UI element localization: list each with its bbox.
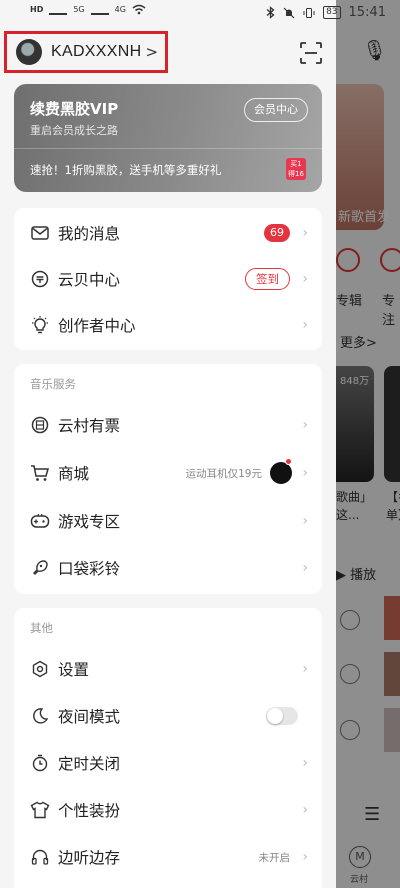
menu-item-yunbei[interactable]: 云贝中心 签到 › <box>14 256 322 302</box>
music-services-section: 音乐服务 云村有票 › 商城 运动耳机仅19元 › 游戏专区 › 口袋彩铃 › <box>14 364 322 594</box>
chevron-right-icon: › <box>302 802 308 818</box>
menu-item-label: 口袋彩铃 <box>58 560 121 578</box>
notification-dot <box>285 458 292 465</box>
cart-icon <box>30 463 50 483</box>
menu-item-mall[interactable]: 商城 运动耳机仅19元 › <box>14 450 322 496</box>
chevron-right-icon: › <box>302 755 308 771</box>
signal-label: 4G <box>114 5 126 14</box>
promo-badge: 买1 得16 <box>286 158 306 180</box>
side-drawer: KADXXXNH > 续费黑胶VIP 重启会员成长之路 会员中心 速抢！1折购黑… <box>0 0 336 888</box>
username: KADXXXNH <box>51 43 142 60</box>
menu-item-label: 边听边存 <box>58 849 121 867</box>
scan-icon[interactable] <box>300 42 322 64</box>
signal-label: 5G <box>73 5 85 14</box>
menu-item-label: 创作者中心 <box>58 317 136 335</box>
chevron-right-icon: › <box>302 513 308 529</box>
vibrate-icon <box>303 7 315 19</box>
menu-item-label: 我的消息 <box>58 225 121 243</box>
other-section: 其他 设置 › 夜间模式 定时关闭 › 个性装扮 › 边听边存 未开启 › <box>14 608 322 888</box>
menu-item-label: 个性装扮 <box>58 802 121 820</box>
battery-icon: 83 <box>323 6 341 19</box>
menu-item-label: 商城 <box>58 465 90 483</box>
shirt-icon <box>30 800 50 820</box>
ringtone-icon <box>30 558 50 578</box>
chevron-right-icon: › <box>302 417 308 433</box>
clock: 15:41 <box>348 5 386 20</box>
chevron-right-icon: › <box>302 465 308 481</box>
menu-item-label: 云村有票 <box>58 417 121 435</box>
status-text: 未开启 <box>258 851 291 864</box>
timer-icon <box>30 753 50 773</box>
drawer-header: KADXXXNH > <box>0 28 336 78</box>
mail-icon <box>30 223 50 243</box>
signal-icon <box>90 5 109 15</box>
chevron-right-icon: › <box>302 849 308 865</box>
chevron-right-icon: › <box>302 560 308 576</box>
settings-icon <box>30 659 50 679</box>
yunbei-icon <box>30 269 50 289</box>
menu-item-label: 定时关闭 <box>58 755 121 773</box>
menu-item-cache-while-listening[interactable]: 边听边存 未开启 › <box>14 834 322 880</box>
menu-item-sleep-timer[interactable]: 定时关闭 › <box>14 740 322 786</box>
chevron-right-icon: › <box>302 661 308 677</box>
menu-item-label: 游戏专区 <box>58 513 121 531</box>
menu-item-messages[interactable]: 我的消息 69 › <box>14 210 322 256</box>
member-center-button[interactable]: 会员中心 <box>244 98 308 122</box>
toggle-knob <box>267 708 283 724</box>
menu-item-label: 设置 <box>58 661 90 679</box>
menu-item-creator[interactable]: 创作者中心 › <box>14 302 322 348</box>
menu-item-label: 夜间模式 <box>58 708 121 726</box>
menu-item-games[interactable]: 游戏专区 › <box>14 498 322 544</box>
moon-icon <box>30 706 50 726</box>
promo-badge-line: 买1 <box>290 160 302 168</box>
ticket-icon <box>30 415 50 435</box>
wifi-icon <box>132 4 146 15</box>
signin-button[interactable]: 签到 <box>245 268 290 290</box>
vip-promo-text[interactable]: 速抢！1折购黑胶，送手机等多重好礼 <box>30 162 221 178</box>
section-title: 其他 <box>30 621 53 635</box>
menu-item-theme[interactable]: 个性装扮 › <box>14 787 322 833</box>
night-mode-toggle[interactable] <box>266 707 298 725</box>
main-menu-section: 我的消息 69 › 云贝中心 签到 › 创作者中心 › <box>14 208 322 350</box>
status-left: HD 5G 4G <box>30 4 146 15</box>
gamepad-icon <box>30 511 50 531</box>
chevron-right-icon: › <box>302 271 308 287</box>
unread-badge: 69 <box>264 224 290 242</box>
chevron-right-icon: > <box>145 43 159 61</box>
vip-subtitle: 重启会员成长之路 <box>30 124 118 137</box>
headphones-icon <box>30 847 50 867</box>
promo-badge-line: 得16 <box>288 170 304 178</box>
avatar <box>16 39 42 65</box>
bulb-icon <box>30 315 50 335</box>
chevron-right-icon: › <box>302 317 308 333</box>
mute-icon <box>283 7 295 19</box>
mall-promo-text: 运动耳机仅19元 <box>185 467 262 480</box>
divider <box>14 148 322 149</box>
signal-label: HD <box>30 5 44 14</box>
vip-title: 续费黑胶VIP <box>30 100 119 118</box>
section-title: 音乐服务 <box>30 377 76 391</box>
menu-item-label: 云贝中心 <box>58 271 121 289</box>
menu-item-night-mode: 夜间模式 <box>14 693 322 739</box>
drawer-scrim[interactable] <box>336 0 400 888</box>
product-thumbnail <box>270 462 292 484</box>
chevron-right-icon: › <box>302 225 308 241</box>
status-bar: HD 5G 4G 83 15:41 <box>0 0 400 28</box>
signal-icon <box>49 5 68 15</box>
vip-card[interactable]: 续费黑胶VIP 重启会员成长之路 会员中心 速抢！1折购黑胶，送手机等多重好礼 … <box>14 84 322 192</box>
menu-item-tickets[interactable]: 云村有票 › <box>14 402 322 448</box>
bluetooth-icon <box>266 6 275 19</box>
status-right: 83 15:41 <box>266 5 386 20</box>
menu-item-ringtone[interactable]: 口袋彩铃 › <box>14 545 322 591</box>
profile-button[interactable]: KADXXXNH > <box>4 31 168 73</box>
menu-item-settings[interactable]: 设置 › <box>14 646 322 692</box>
